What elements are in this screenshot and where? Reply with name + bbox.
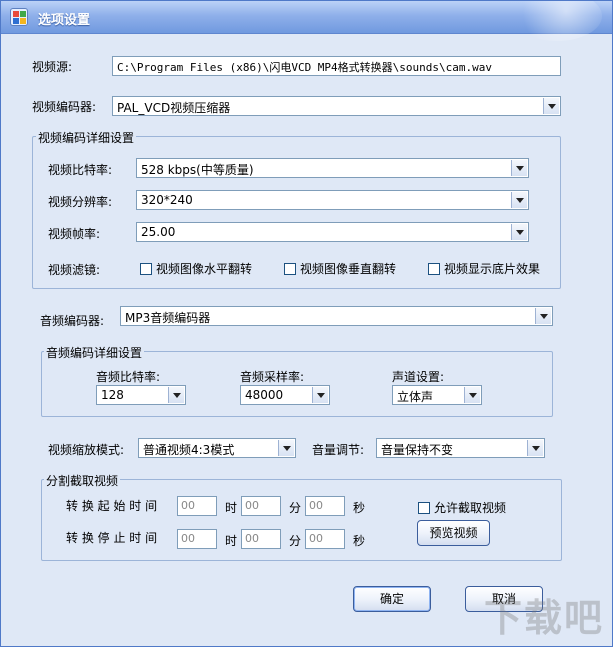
audio-detail-title: 音频编码详细设置 [44,344,145,361]
video-resolution-select[interactable]: 320*240 [136,190,529,210]
negative-checkbox[interactable]: 视频显示底片效果 [428,260,540,276]
scale-mode-value: 普通视频4:3模式 [143,443,235,457]
audio-bitrate-value: 128 [101,388,124,402]
hflip-checkbox[interactable]: 视频图像水平翻转 [140,260,252,276]
audio-encoder-value: MP3音频编码器 [125,311,211,325]
title-bar[interactable]: 选项设置 [1,1,612,41]
ok-button[interactable]: 确定 [353,586,431,612]
chevron-down-icon[interactable] [312,387,328,403]
chevron-down-icon[interactable] [511,160,527,176]
video-framerate-label: 视频帧率: [48,227,101,241]
end-minute-unit: 分 [289,534,302,548]
end-minute-input[interactable]: 00 [241,529,281,549]
preview-button[interactable]: 预览视频 [417,520,490,546]
video-framerate-select[interactable]: 25.00 [136,222,529,242]
window-title: 选项设置 [38,13,91,28]
start-second-input[interactable]: 00 [305,496,345,516]
vflip-label: 视频图像垂直翻转 [300,262,397,276]
video-source-label: 视频源: [32,60,73,74]
audio-encoder-label: 音频编码器: [40,314,105,328]
watermark-logo: 下载吧 [483,595,604,640]
checkbox-box[interactable] [428,263,440,275]
scale-mode-select[interactable]: 普通视频4:3模式 [138,438,296,458]
end-second-unit: 秒 [353,534,366,548]
audio-samplerate-select[interactable]: 48000 [240,385,330,405]
volume-label: 音量调节: [312,443,365,457]
video-bitrate-label: 视频比特率: [48,163,113,177]
video-resolution-label: 视频分辨率: [48,195,113,209]
volume-select[interactable]: 音量保持不变 [376,438,545,458]
title-decoration [512,1,602,41]
chevron-down-icon[interactable] [511,224,527,240]
start-hour-unit: 时 [225,501,238,515]
video-bitrate-value: 528 kbps(中等质量) [141,163,254,177]
allow-split-label: 允许截取视频 [434,501,507,515]
end-time-label: 转 换 停 止 时 间 [66,531,158,545]
end-hour-unit: 时 [225,534,238,548]
channel-value: 立体声 [397,390,434,404]
end-hour-input[interactable]: 00 [177,529,217,549]
chevron-down-icon[interactable] [535,308,551,324]
allow-split-checkbox[interactable]: 允许截取视频 [418,499,506,515]
video-encoder-value: PAL_VCD视频压缩器 [117,101,231,115]
chevron-down-icon[interactable] [527,440,543,456]
channel-select[interactable]: 立体声 [392,385,482,405]
app-icon [10,8,28,26]
chevron-down-icon[interactable] [278,440,294,456]
checkbox-box[interactable] [140,263,152,275]
chevron-down-icon[interactable] [168,387,184,403]
chevron-down-icon[interactable] [511,192,527,208]
start-hour-input[interactable]: 00 [177,496,217,516]
chevron-down-icon[interactable] [543,98,559,114]
options-dialog: 选项设置 视频源: C:\Program Files (x86)\闪电VCD M… [0,0,613,647]
channel-label: 声道设置: [392,370,445,384]
scale-mode-label: 视频缩放模式: [48,443,125,457]
hflip-label: 视频图像水平翻转 [156,262,253,276]
checkbox-box[interactable] [284,263,296,275]
video-filter-label: 视频滤镜: [48,263,101,277]
video-detail-title: 视频编码详细设置 [36,129,137,146]
end-second-input[interactable]: 00 [305,529,345,549]
video-source-input[interactable]: C:\Program Files (x86)\闪电VCD MP4格式转换器\so… [112,56,561,76]
start-second-unit: 秒 [353,501,366,515]
volume-value: 音量保持不变 [381,443,454,457]
audio-bitrate-label: 音频比特率: [96,370,161,384]
checkbox-box[interactable] [418,502,430,514]
video-resolution-value: 320*240 [141,193,193,207]
audio-encoder-select[interactable]: MP3音频编码器 [120,306,553,326]
audio-samplerate-label: 音频采样率: [240,370,305,384]
negative-label: 视频显示底片效果 [444,262,541,276]
audio-samplerate-value: 48000 [245,388,284,402]
start-time-label: 转 换 起 始 时 间 [66,499,158,513]
video-framerate-value: 25.00 [141,225,176,239]
split-title: 分割截取视频 [44,472,121,489]
vflip-checkbox[interactable]: 视频图像垂直翻转 [284,260,396,276]
chevron-down-icon[interactable] [464,387,480,403]
start-minute-unit: 分 [289,501,302,515]
start-minute-input[interactable]: 00 [241,496,281,516]
video-encoder-select[interactable]: PAL_VCD视频压缩器 [112,96,561,116]
audio-bitrate-select[interactable]: 128 [96,385,186,405]
video-encoder-label: 视频编码器: [32,100,97,114]
video-bitrate-select[interactable]: 528 kbps(中等质量) [136,158,529,178]
